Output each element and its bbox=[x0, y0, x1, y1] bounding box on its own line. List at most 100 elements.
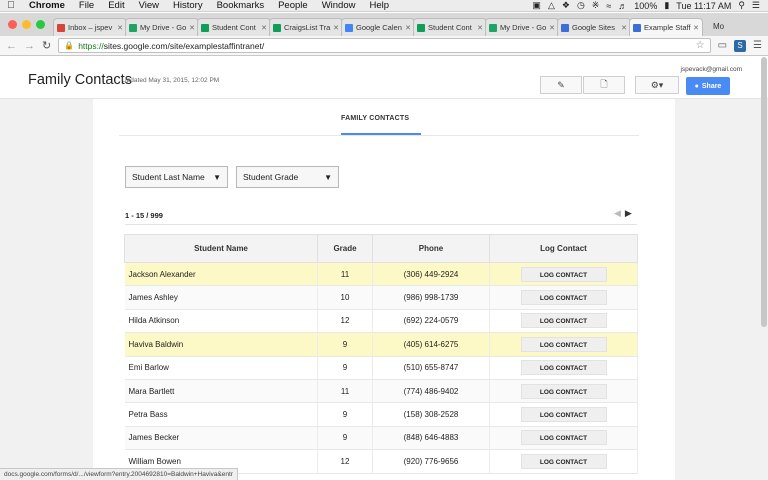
cast-icon[interactable]: ▭ bbox=[718, 40, 727, 51]
time-machine-icon[interactable]: ◷ bbox=[577, 0, 585, 11]
tab-close-icon[interactable]: ✕ bbox=[333, 24, 339, 32]
drive-sync-icon[interactable]: △ bbox=[548, 0, 555, 11]
tab-close-icon[interactable]: ✕ bbox=[261, 24, 267, 32]
macos-menubar:  Chrome File Edit View History Bookmark… bbox=[0, 0, 768, 12]
browser-tab[interactable]: Student Cont ✕ bbox=[197, 18, 271, 36]
tab-favicon-icon bbox=[57, 23, 65, 32]
menu-view[interactable]: View bbox=[132, 0, 166, 11]
notification-center-icon[interactable]: ☰ bbox=[752, 0, 760, 11]
tab-close-icon[interactable]: ✕ bbox=[405, 24, 411, 32]
menu-people[interactable]: People bbox=[271, 0, 315, 11]
camera-icon[interactable]: ▣ bbox=[532, 0, 541, 11]
column-header-grade[interactable]: Grade bbox=[317, 234, 373, 263]
back-arrow-icon[interactable]: ← bbox=[6, 40, 17, 52]
browser-tab[interactable]: Example Staff ✕ bbox=[629, 18, 703, 36]
log-contact-button[interactable]: LOG CONTACT bbox=[520, 360, 607, 376]
secure-lock-icon: 🔒 bbox=[64, 41, 75, 50]
last-updated-text: Updated May 31, 2015, 12:02 PM bbox=[122, 77, 220, 84]
spotlight-search-icon[interactable]: ⚲ bbox=[738, 0, 745, 11]
browser-tab[interactable]: My Drive - Go ✕ bbox=[485, 18, 559, 36]
grade-cell: 12 bbox=[317, 449, 373, 474]
account-email[interactable]: jspevack@gmail.com bbox=[680, 66, 742, 73]
tab-title: Student Cont bbox=[428, 23, 472, 32]
edit-page-button[interactable]: ✎ bbox=[540, 76, 582, 94]
tab-title: My Drive - Go bbox=[140, 23, 187, 32]
new-page-icon: 🗋 bbox=[600, 79, 608, 89]
log-contact-cell: LOG CONTACT bbox=[489, 356, 638, 380]
log-contact-button[interactable]: LOG CONTACT bbox=[520, 430, 607, 446]
menu-app-chrome[interactable]: Chrome bbox=[22, 0, 72, 11]
filter-student-grade[interactable]: Student Grade ▼ bbox=[236, 166, 339, 188]
extension-icon[interactable]: S bbox=[734, 39, 747, 52]
student-name-cell: Jackson Alexander bbox=[124, 262, 318, 287]
dropbox-icon[interactable]: ❖ bbox=[562, 0, 570, 11]
close-window-button[interactable] bbox=[8, 20, 17, 29]
apple-menu-icon[interactable]:  bbox=[0, 0, 22, 11]
column-header-phone[interactable]: Phone bbox=[372, 234, 490, 263]
new-page-button[interactable]: 🗋 bbox=[583, 76, 625, 94]
menu-file[interactable]: File bbox=[72, 0, 101, 11]
page-scrollbar[interactable] bbox=[761, 57, 767, 327]
zoom-window-button[interactable] bbox=[36, 20, 45, 29]
address-bar[interactable]: 🔒 https:// sites.google.com/site/example… bbox=[58, 38, 711, 53]
grade-cell: 9 bbox=[317, 402, 373, 427]
tab-favicon-icon bbox=[201, 23, 209, 32]
minimize-window-button[interactable] bbox=[22, 20, 31, 29]
forward-arrow-icon[interactable]: → bbox=[24, 40, 35, 52]
log-contact-button[interactable]: LOG CONTACT bbox=[520, 336, 607, 352]
browser-tab[interactable]: My Drive - Go ✕ bbox=[125, 18, 199, 36]
tab-close-icon[interactable]: ✕ bbox=[477, 24, 483, 32]
chrome-menu-icon[interactable]: ☰ bbox=[753, 40, 762, 51]
menu-edit[interactable]: Edit bbox=[101, 0, 131, 11]
log-contact-button[interactable]: LOG CONTACT bbox=[520, 407, 607, 423]
next-page-icon[interactable]: ▶ bbox=[625, 208, 632, 219]
tab-close-icon[interactable]: ✕ bbox=[117, 24, 123, 32]
tab-title: Example Staff bbox=[644, 23, 691, 32]
browser-tab[interactable]: Google Calen ✕ bbox=[341, 18, 415, 36]
clock[interactable]: Tue 11:17 AM bbox=[676, 1, 731, 11]
tab-close-icon[interactable]: ✕ bbox=[549, 24, 555, 32]
tab-close-icon[interactable]: ✕ bbox=[621, 24, 627, 32]
log-contact-cell: LOG CONTACT bbox=[489, 262, 638, 287]
gear-icon: ⚙▾ bbox=[650, 79, 664, 90]
log-contact-cell: LOG CONTACT bbox=[489, 285, 638, 310]
filter-student-last-name[interactable]: Student Last Name ▼ bbox=[125, 166, 228, 188]
bookmark-star-icon[interactable]: ☆ bbox=[696, 40, 705, 51]
menu-help[interactable]: Help bbox=[362, 0, 396, 11]
log-contact-cell: LOG CONTACT bbox=[489, 332, 638, 357]
log-contact-button[interactable]: LOG CONTACT bbox=[520, 453, 607, 469]
reload-icon[interactable]: ↻ bbox=[42, 39, 51, 52]
menu-history[interactable]: History bbox=[166, 0, 210, 11]
tab-family-contacts[interactable]: FAMILY CONTACTS bbox=[341, 115, 409, 122]
battery-icon[interactable]: ▮ bbox=[664, 0, 669, 11]
browser-tab[interactable]: Inbox – jspev ✕ bbox=[53, 18, 127, 36]
log-contact-button[interactable]: LOG CONTACT bbox=[520, 290, 607, 306]
battery-percent[interactable]: 100% bbox=[634, 1, 657, 11]
tab-title: Google Calen bbox=[356, 23, 402, 32]
log-contact-button[interactable]: LOG CONTACT bbox=[520, 313, 607, 329]
tab-list: Inbox – jspev ✕ My Drive - Go ✕ Student Cont… bbox=[53, 18, 703, 36]
previous-page-icon[interactable]: ◀ bbox=[614, 208, 621, 219]
share-button[interactable]: ● Share bbox=[686, 77, 730, 95]
settings-menu-button[interactable]: ⚙▾ bbox=[635, 76, 679, 94]
column-header-student-name[interactable]: Student Name bbox=[124, 234, 318, 263]
browser-tab[interactable]: Student Cont ✕ bbox=[413, 18, 487, 36]
tab-title: Student Cont bbox=[212, 23, 256, 32]
phone-cell: (692) 224-0579 bbox=[372, 309, 490, 334]
menu-bookmarks[interactable]: Bookmarks bbox=[210, 0, 272, 11]
browser-tab[interactable]: CraigsList Tra ✕ bbox=[269, 18, 343, 36]
tab-favicon-icon bbox=[345, 23, 353, 32]
tab-close-icon[interactable]: ✕ bbox=[693, 24, 699, 32]
log-contact-button[interactable]: LOG CONTACT bbox=[520, 266, 607, 282]
url-scheme: https:// bbox=[78, 40, 104, 51]
column-header-log-contact[interactable]: Log Contact bbox=[489, 234, 638, 263]
tab-favicon-icon bbox=[489, 23, 497, 32]
volume-icon[interactable]: ♬ bbox=[618, 1, 627, 11]
wifi-icon[interactable]: ≈ bbox=[606, 1, 611, 11]
browser-tab[interactable]: Google Sites ✕ bbox=[557, 18, 631, 36]
tab-close-icon[interactable]: ✕ bbox=[189, 24, 195, 32]
phone-cell: (306) 449-2924 bbox=[372, 262, 490, 287]
bluetooth-icon[interactable]: ※ bbox=[592, 0, 600, 11]
log-contact-button[interactable]: LOG CONTACT bbox=[520, 383, 607, 399]
menu-window[interactable]: Window bbox=[315, 0, 363, 11]
